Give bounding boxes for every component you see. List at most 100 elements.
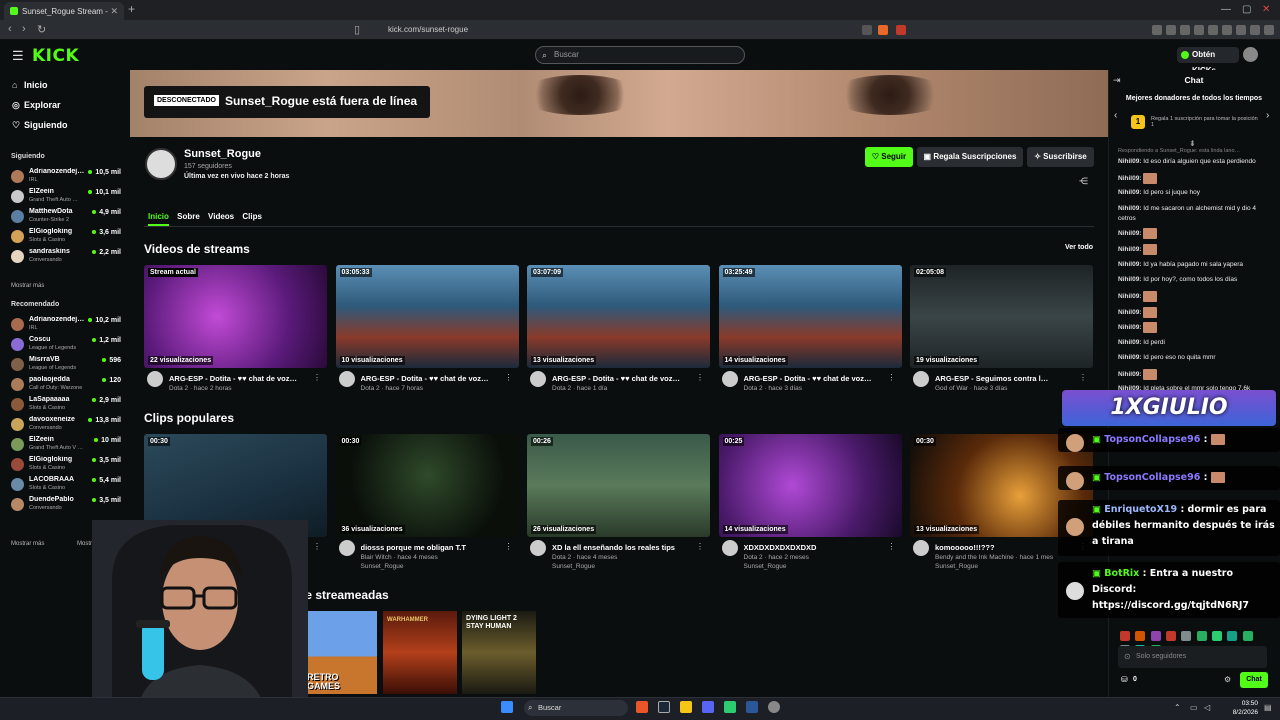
prev-arrow-icon[interactable]: ‹: [1114, 110, 1117, 121]
gift-subs-button[interactable]: ▣ Regala Suscripciones: [917, 147, 1023, 167]
more-options-icon[interactable]: ⋮: [313, 373, 321, 382]
chat-user[interactable]: Nihil09:: [1118, 230, 1141, 237]
thumbnail[interactable]: 02:05:08 19 visualizaciones: [910, 265, 1093, 368]
steam-icon[interactable]: [658, 701, 670, 713]
kick-logo[interactable]: KICK: [32, 46, 79, 66]
brave-icon[interactable]: [636, 701, 648, 713]
card-title[interactable]: ARG-ESP - Dotita - ♥♥ chat de voz…: [552, 374, 697, 383]
avatar[interactable]: [913, 540, 929, 556]
thumbnail[interactable]: Stream actual 22 visualizaciones: [144, 265, 327, 368]
chat-user[interactable]: Nihil09:: [1118, 205, 1141, 212]
extension-icon[interactable]: [1208, 25, 1218, 35]
extension-icon[interactable]: [1236, 25, 1246, 35]
emote-icon[interactable]: [1196, 631, 1207, 641]
chat-user[interactable]: Nihil09:: [1118, 339, 1141, 346]
emote-icon[interactable]: [1227, 631, 1238, 641]
app-icon[interactable]: [724, 701, 736, 713]
card-title[interactable]: ARG-ESP - Dotita - ♥♥ chat de voz…: [744, 374, 889, 383]
sidebar-channel[interactable]: davooxeneize Conversando 13,8 mil: [11, 416, 123, 432]
channel-name[interactable]: Sunset_Rogue: [184, 148, 261, 160]
close-tab-icon[interactable]: ✕: [110, 6, 118, 17]
taskbar-search[interactable]: ⌕ Buscar: [524, 700, 628, 716]
avatar[interactable]: [147, 371, 163, 387]
card-title[interactable]: XDXDXDXDXDXDXD: [744, 543, 889, 552]
category-card-warhammer[interactable]: WARHAMMER: [383, 611, 457, 694]
close-window-icon[interactable]: ✕: [1262, 4, 1270, 15]
video-card[interactable]: Stream actual 22 visualizaciones ARG-ESP -…: [144, 265, 327, 392]
send-chat-button[interactable]: Chat: [1240, 672, 1268, 688]
category-card-dying-light[interactable]: DYING LIGHT 2 STAY HUMAN: [462, 611, 536, 694]
avatar[interactable]: [530, 540, 546, 556]
new-tab-icon[interactable]: +: [128, 2, 135, 16]
points-icon[interactable]: ⛁: [1121, 675, 1128, 684]
wallet-icon[interactable]: [1250, 25, 1260, 35]
sidebar-channel[interactable]: sandraskins Conversando 2,2 mil: [11, 248, 123, 264]
channel-avatar[interactable]: [145, 148, 177, 180]
reload-icon[interactable]: ↻: [37, 23, 46, 36]
emote-icon[interactable]: [1120, 631, 1130, 641]
chat-user[interactable]: Nihil09:: [1118, 189, 1141, 196]
thumbnail[interactable]: 00:25 14 visualizaciones: [718, 434, 902, 537]
clip-card[interactable]: 00:25 14 visualizaciones XDXDXDXDXDXDXD Dot…: [718, 434, 902, 570]
volume-icon[interactable]: ◁: [1204, 703, 1210, 712]
chat-user[interactable]: Nihil09:: [1118, 276, 1141, 283]
show-more-recommended[interactable]: Mostrar más: [11, 541, 44, 547]
search-input[interactable]: ⌕ Buscar: [535, 46, 745, 64]
url-field[interactable]: kick.com/sunset-rogue: [368, 23, 878, 37]
browser-tab[interactable]: Sunset_Rogue Stream - Watch L ✕: [4, 2, 124, 20]
sidebar-channel[interactable]: Adrianozendej… IRL 10,2 mil: [11, 316, 123, 332]
emote-icon[interactable]: [1150, 631, 1161, 641]
category-card-retro[interactable]: RETRO GAMES: [303, 611, 377, 694]
emote-icon[interactable]: [1166, 631, 1177, 641]
system-clock[interactable]: 03:50 8/2/2026: [1228, 699, 1258, 717]
chat-user[interactable]: Nihil09:: [1118, 158, 1141, 165]
forward-icon[interactable]: ›: [22, 23, 26, 35]
card-author[interactable]: Sunset_Rogue: [935, 563, 978, 570]
card-title[interactable]: ARG-ESP - Dotita - ♥♥ chat de voz…: [361, 374, 506, 383]
card-title[interactable]: XD la ell enseñando los reales tips: [552, 543, 697, 552]
discord-icon[interactable]: [702, 701, 714, 713]
chat-user[interactable]: Nihil09:: [1118, 175, 1141, 182]
avatar[interactable]: [338, 371, 355, 387]
avatar[interactable]: [721, 371, 738, 387]
show-more-following[interactable]: Mostrar más: [11, 283, 44, 289]
card-title[interactable]: ARG-ESP - Dotita - ♥♥ chat de voz…: [169, 374, 314, 383]
nav-siguiendo[interactable]: ♡ Siguiendo: [12, 120, 68, 131]
rewards-icon[interactable]: [896, 25, 906, 35]
maximize-icon[interactable]: ▢: [1242, 4, 1251, 15]
extension-icon[interactable]: [1166, 25, 1176, 35]
sidebar-channel[interactable]: paolaojedda Call of Duty: Warzone 120: [11, 376, 123, 392]
sidebar-channel[interactable]: LaSapaaaaa Slots & Casino 2,9 mil: [11, 396, 123, 412]
more-options-icon[interactable]: ⋮: [888, 542, 896, 551]
share-icon[interactable]: [862, 25, 872, 35]
card-title[interactable]: ARG-ESP - Seguimos contra l…: [935, 374, 1080, 383]
follow-button[interactable]: ♡ Seguir: [865, 147, 913, 167]
thumbnail[interactable]: 03:25:49 14 visualizaciones: [718, 265, 902, 368]
chat-user[interactable]: Nihil09:: [1118, 293, 1141, 300]
folder-icon[interactable]: [680, 701, 692, 713]
sidebar-channel[interactable]: Coscu League of Legends 1,2 mil: [11, 336, 123, 352]
video-card[interactable]: 02:05:08 19 visualizaciones ARG-ESP - Segu…: [910, 265, 1093, 392]
nav-explorar[interactable]: ◎ Explorar: [12, 100, 61, 111]
extension-icon[interactable]: [1222, 25, 1232, 35]
back-icon[interactable]: ‹: [8, 23, 12, 35]
chat-user[interactable]: Nihil09:: [1118, 354, 1141, 361]
sidebar-channel[interactable]: MisrraVB League of Legends 596: [11, 356, 123, 372]
network-icon[interactable]: ▭: [1190, 703, 1198, 712]
sidebar-channel[interactable]: ElZeein Grand Theft Auto … 10,1 mil: [11, 188, 123, 204]
sidebar-channel[interactable]: MatthewDota Counter-Strike 2 4,9 mil: [11, 208, 123, 224]
sidebar-channel[interactable]: Adrianozendej… IRL 10,5 mil: [11, 168, 123, 184]
video-card[interactable]: 03:25:49 14 visualizaciones ARG-ESP - Doti…: [718, 265, 902, 392]
see-all-link[interactable]: Ver todo: [1065, 244, 1093, 251]
clip-card[interactable]: 00:26 26 visualizaciones XD la ell enseñan…: [527, 434, 710, 570]
avatar[interactable]: [1243, 47, 1258, 62]
chat-input[interactable]: ⊙ Solo seguidores: [1118, 646, 1267, 668]
start-icon[interactable]: [501, 701, 513, 713]
hamburger-menu-icon[interactable]: ☰: [12, 48, 24, 64]
chat-user[interactable]: Nihil09:: [1118, 261, 1141, 268]
sidebar-channel[interactable]: ElGiogloking Slots & Casino 3,5 mil: [11, 456, 123, 472]
video-card[interactable]: 03:05:33 10 visualizaciones ARG-ESP - Doti…: [335, 265, 519, 392]
card-author[interactable]: Sunset_Rogue: [744, 563, 787, 570]
sidebar-channel[interactable]: DuendePablo Conversando 3,5 mil: [11, 496, 123, 512]
extension-icon[interactable]: [1152, 25, 1162, 35]
